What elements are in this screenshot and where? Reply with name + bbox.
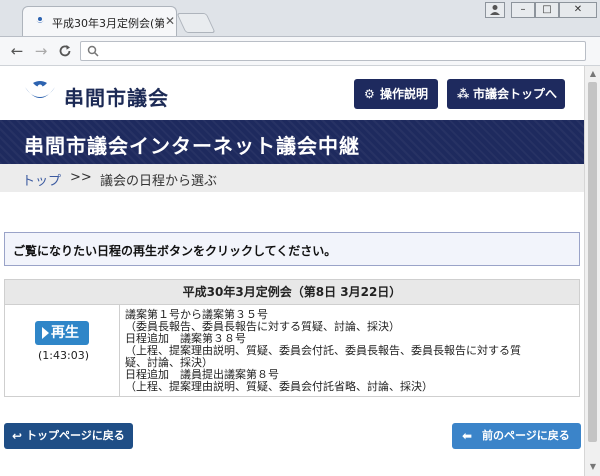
session-table: 平成30年3月定例会（第8日 3月22日） 再生 (1:43:03) 議案第１号… bbox=[4, 279, 580, 397]
page-banner: 串間市議会インターネット議会中継 bbox=[0, 120, 584, 164]
reload-icon[interactable] bbox=[56, 42, 74, 60]
scrollbar-thumb[interactable] bbox=[588, 82, 597, 442]
left-arrow-icon: ⬅ bbox=[462, 429, 473, 443]
breadcrumb-home-link[interactable]: トップ bbox=[22, 170, 61, 189]
manual-button[interactable]: ⚙ 操作説明 bbox=[354, 79, 438, 109]
page-title: 串間市議会インターネット議会中継 bbox=[24, 134, 360, 158]
manual-button-label: 操作説明 bbox=[380, 87, 429, 101]
instruction-text: ご覧になりたい日程の再生ボタンをクリックしてください。 bbox=[13, 244, 337, 258]
user-icon[interactable] bbox=[485, 2, 505, 18]
agenda-text: 議案第１号から議案第３５号 （委員長報告、委員長報告に対する質疑、討論、採決） … bbox=[125, 309, 575, 393]
maximize-button[interactable]: □ bbox=[535, 2, 559, 18]
video-duration: (1:43:03) bbox=[38, 349, 89, 362]
scroll-down-arrow-icon[interactable]: ▼ bbox=[588, 462, 598, 472]
tab-title: 平成30年3月定例会(第1日 bbox=[52, 17, 164, 30]
browser-toolbar: ← → bbox=[0, 37, 600, 66]
agenda-line: （上程、提案理由説明、質疑、委員会付託省略、討論、採決） bbox=[125, 380, 433, 393]
address-bar[interactable] bbox=[80, 41, 586, 61]
return-arrow-icon: ↩ bbox=[12, 429, 23, 443]
search-icon bbox=[87, 45, 99, 57]
play-cell: 再生 (1:43:03) bbox=[5, 305, 120, 396]
minimize-button[interactable]: – bbox=[511, 2, 535, 18]
gear-icon: ⚙ bbox=[364, 87, 375, 101]
sitemap-icon: ⁂ bbox=[457, 87, 470, 101]
back-arrow-icon[interactable]: ← bbox=[8, 42, 26, 60]
back-to-top-page-label: トップページに戻る bbox=[26, 429, 125, 442]
vertical-scrollbar[interactable]: ▲ ▼ bbox=[584, 66, 600, 476]
page-viewport: 串間市議会 ⚙ 操作説明 ⁂ 市議会トップへ 串間市議会インターネット議会中継 … bbox=[0, 66, 584, 476]
council-top-button[interactable]: ⁂ 市議会トップへ bbox=[447, 79, 565, 109]
previous-page-label: 前のページに戻る bbox=[482, 429, 570, 442]
play-icon bbox=[42, 327, 49, 339]
forward-arrow-icon[interactable]: → bbox=[32, 42, 50, 60]
breadcrumb: トップ >> 議会の日程から選ぶ bbox=[0, 164, 584, 192]
table-row: 再生 (1:43:03) 議案第１号から議案第３５号 （委員長報告、委員長報告に… bbox=[5, 305, 579, 396]
browser-tabstrip: 平成30年3月定例会(第1日 ✕ – □ ✕ bbox=[0, 0, 600, 37]
breadcrumb-current: 議会の日程から選ぶ bbox=[100, 174, 218, 189]
breadcrumb-separator: >> bbox=[70, 170, 92, 185]
instruction-notice: ご覧になりたい日程の再生ボタンをクリックしてください。 bbox=[4, 232, 580, 266]
council-top-button-label: 市議会トップへ bbox=[473, 87, 558, 101]
tab-close-icon[interactable]: ✕ bbox=[165, 14, 175, 28]
site-name: 串間市議会 bbox=[64, 86, 169, 110]
browser-tab[interactable]: 平成30年3月定例会(第1日 ✕ bbox=[22, 6, 177, 36]
play-button[interactable]: 再生 bbox=[35, 321, 89, 345]
city-emblem-logo bbox=[25, 81, 55, 98]
close-window-button[interactable]: ✕ bbox=[559, 2, 597, 18]
new-tab-button[interactable] bbox=[176, 13, 216, 33]
site-header: 串間市議会 ⚙ 操作説明 ⁂ 市議会トップへ bbox=[0, 66, 584, 120]
session-heading: 平成30年3月定例会（第8日 3月22日） bbox=[5, 280, 579, 305]
site-favicon-icon bbox=[35, 17, 45, 23]
back-to-top-page-button[interactable]: ↩ トップページに戻る bbox=[4, 423, 133, 449]
previous-page-button[interactable]: ⬅ 前のページに戻る bbox=[452, 423, 581, 449]
scroll-up-arrow-icon[interactable]: ▲ bbox=[588, 69, 598, 79]
play-button-label: 再生 bbox=[51, 325, 79, 341]
